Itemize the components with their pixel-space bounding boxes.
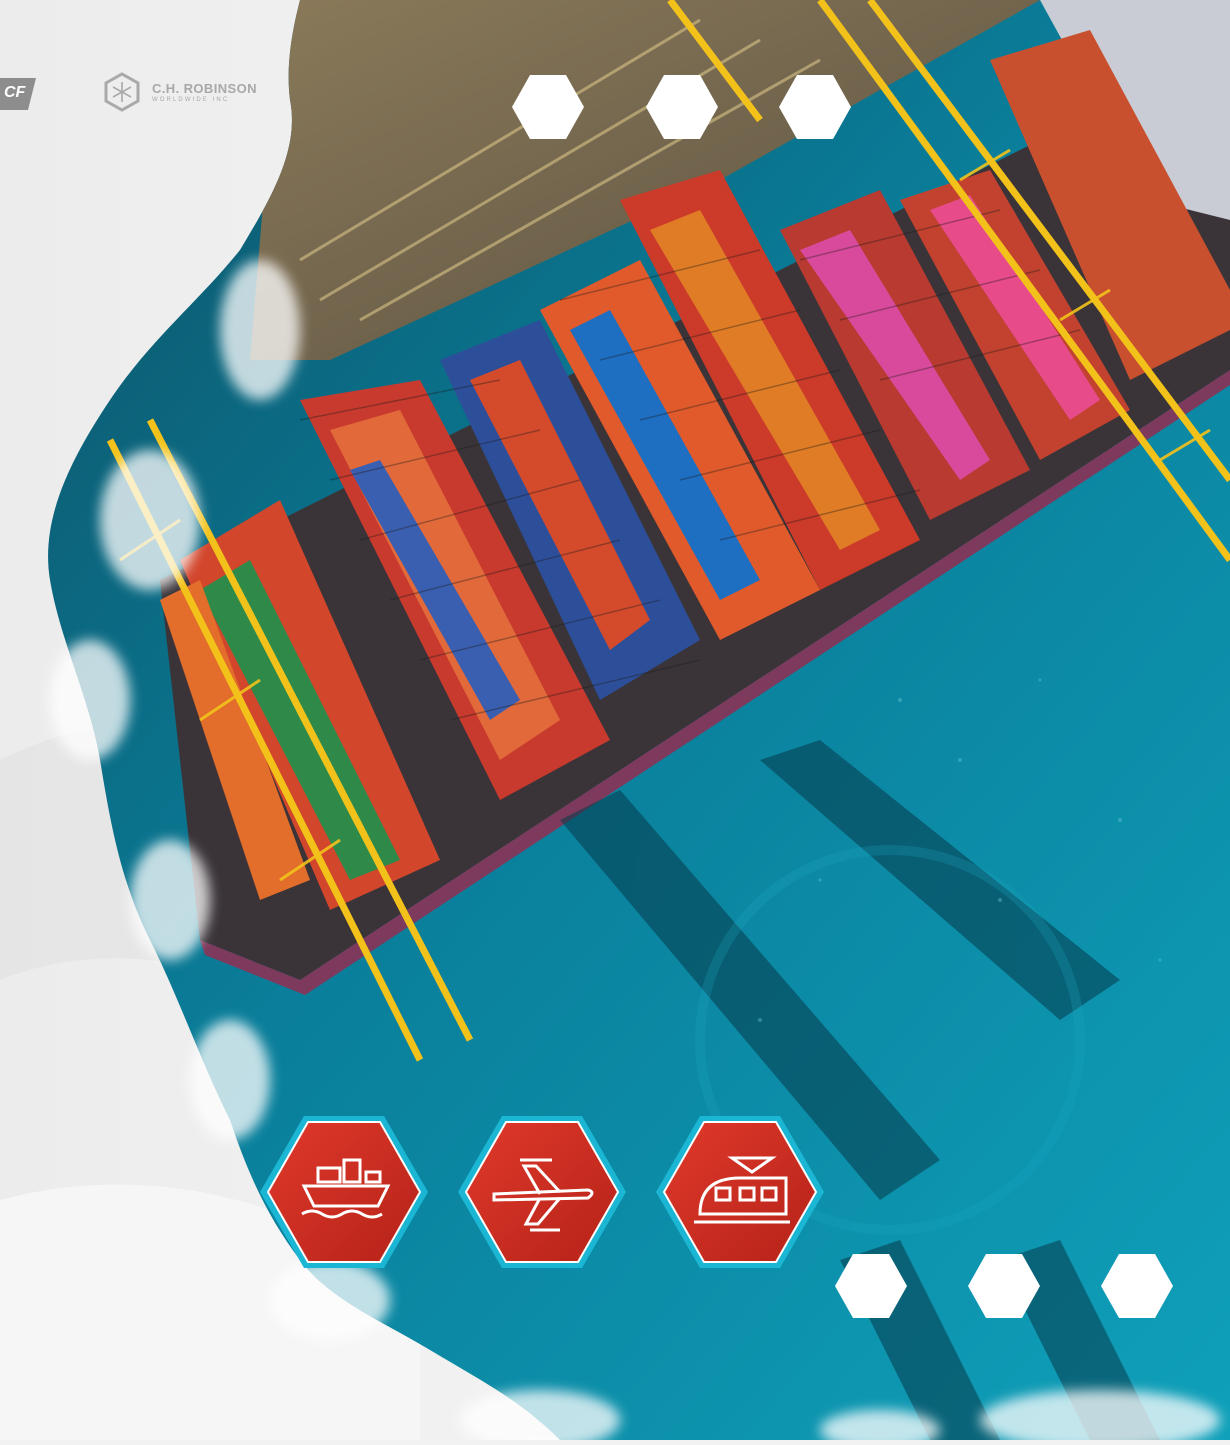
bottom-hex-row — [835, 1254, 1173, 1318]
top-hex-row — [512, 75, 851, 139]
hero-scene: C.H. ROBINSON WORLDWIDE INC CF — [0, 0, 1230, 1445]
partner-logo-text: CF — [4, 84, 26, 101]
company-logo-text: C.H. ROBINSON WORLDWIDE INC — [152, 82, 257, 104]
port-aerial-image — [0, 0, 1230, 1445]
company-logo: C.H. ROBINSON WORLDWIDE INC CF — [0, 72, 300, 120]
company-name: C.H. ROBINSON — [152, 81, 257, 96]
company-subtitle: WORLDWIDE INC — [152, 97, 230, 103]
